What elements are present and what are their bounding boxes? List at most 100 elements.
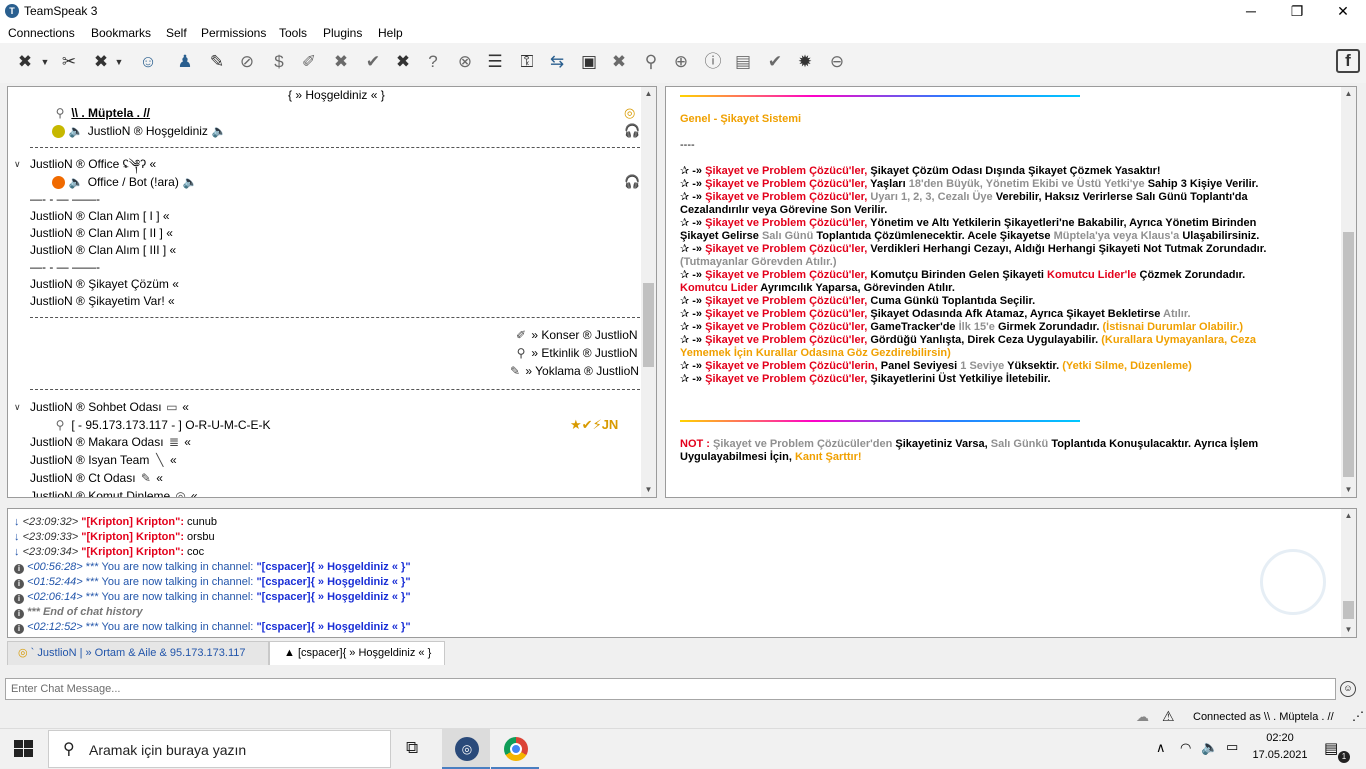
connection-info-icon[interactable]: ✔	[762, 49, 788, 75]
channel-komut-dinleme[interactable]: JustlioN ® Komut Dinleme ◎ «	[30, 488, 198, 497]
tab-server[interactable]: ◎ ` JustlioN | » Ortam & Aile & 95.173.1…	[7, 641, 269, 665]
contacts-icon[interactable]: ♟	[172, 49, 198, 75]
channel-sikayetim-var[interactable]: JustlioN ® Şikayetim Var! «	[30, 293, 175, 310]
channel-sohbet-odasi[interactable]: JustlioN ® Sohbet Odası ▭ «	[30, 399, 189, 416]
avatar-icon[interactable]: ▣	[576, 49, 602, 75]
server-info-icon[interactable]: ▤	[730, 49, 756, 75]
client-orumcek[interactable]: ⚲ [ - 95.173.173.117 - ] O-R-U-M-C-E-K	[52, 417, 271, 434]
add-friend-icon[interactable]: ⊕	[668, 49, 694, 75]
disconnect-icon[interactable]: ✂	[56, 49, 82, 75]
scroll-down-icon[interactable]: ▼	[1341, 623, 1356, 637]
speaker-icon: 🔈	[68, 124, 84, 139]
chat-icon[interactable]: ⇆	[544, 49, 570, 75]
scroll-thumb[interactable]	[643, 283, 654, 367]
collapse-chevron-icon[interactable]: ∨	[14, 159, 21, 170]
kick-icon[interactable]: ✖	[328, 49, 354, 75]
channel-ct-odasi[interactable]: JustlioN ® Ct Odası ✎ «	[30, 470, 163, 487]
menu-connections[interactable]: Connections	[8, 26, 75, 40]
disconnect-dropdown-icon[interactable]: ▼	[112, 49, 126, 75]
spacer-channel[interactable]: —- - — ——-	[30, 259, 100, 276]
cloud-icon[interactable]: ☁	[1136, 709, 1149, 725]
microphone-icon: ✐	[515, 328, 527, 343]
task-view-icon[interactable]: ⧉	[406, 738, 418, 758]
chat-scrollbar[interactable]: ▲ ▼	[1341, 509, 1356, 637]
scroll-thumb[interactable]	[1343, 601, 1354, 619]
whisper-icon[interactable]: ✎	[204, 49, 230, 75]
scroll-down-icon[interactable]: ▼	[1341, 483, 1356, 497]
scroll-up-icon[interactable]: ▲	[1341, 509, 1356, 523]
tree-scrollbar[interactable]: ▲ ▼	[641, 87, 656, 497]
scroll-up-icon[interactable]: ▲	[641, 87, 656, 101]
minimize-button[interactable]: ─	[1228, 0, 1274, 23]
taskbar-search[interactable]: ⚲ Aramak için buraya yazın	[48, 730, 391, 768]
privilege-key-icon[interactable]: ⚿	[514, 49, 540, 75]
poke-icon[interactable]: ⚲	[638, 49, 664, 75]
approve-icon[interactable]: ✔	[360, 49, 386, 75]
channel-makara-odasi[interactable]: JustlioN ® Makara Odası ≣ «	[30, 434, 191, 451]
channel-konser[interactable]: ✐ » Konser ® JustlioN	[514, 327, 638, 344]
connect-dropdown-icon[interactable]: ▼	[38, 49, 52, 75]
rule-3-cont: Cezalandırılır veya Görevine Son Verilir…	[680, 204, 888, 216]
menu-permissions[interactable]: Permissions	[201, 26, 266, 40]
battery-icon[interactable]: ▭	[1226, 739, 1238, 755]
tab-channel[interactable]: ▲ [cspacer]{ » Hoşgeldiniz « }	[269, 641, 445, 665]
chat-input[interactable]: Enter Chat Message...	[5, 678, 1336, 700]
channel-clan-alim-1[interactable]: JustlioN ® Clan Alım [ I ] «	[30, 208, 170, 225]
connect-icon[interactable]: ✖	[12, 49, 38, 75]
mute-user-icon[interactable]: ⊘	[234, 49, 260, 75]
client-self[interactable]: ⚲ \\ . Müptela . //	[52, 105, 150, 122]
tray-expand-icon[interactable]: ∧	[1156, 740, 1166, 756]
channel-clan-alim-3[interactable]: JustlioN ® Clan Alım [ III ] «	[30, 242, 176, 259]
close-button[interactable]: ✕	[1320, 0, 1366, 23]
rule-2: ✰ -» Şikayet ve Problem Çözücü'ler, Yaşl…	[680, 178, 1259, 190]
channel-etkinlik[interactable]: ⚲ » Etkinlik ® JustlioN	[514, 345, 638, 362]
channel-isyan-team[interactable]: JustlioN ® Isyan Team ╲ «	[30, 452, 177, 469]
token-icon[interactable]: ☰	[482, 49, 508, 75]
channel-yoklama[interactable]: ✎ » Yoklama ® JustlioN	[508, 363, 639, 380]
chrome-taskbar-button[interactable]	[491, 729, 539, 769]
chat-message: ↓ <23:09:34> "[Kripton] Kripton": coc	[14, 546, 205, 558]
client-info-icon[interactable]: ⓘ	[700, 49, 726, 75]
settings-gear-icon[interactable]: ✹	[792, 49, 818, 75]
emoji-icon[interactable]: ☺	[1340, 681, 1356, 697]
menu-help[interactable]: Help	[378, 26, 403, 40]
volume-icon[interactable]: 🔈	[1201, 739, 1218, 756]
facebook-icon[interactable]: f	[1336, 49, 1360, 73]
rule-10: ✰ -» Şikayet ve Problem Çözücü'ler, Görd…	[680, 334, 1256, 346]
channel-edit-icon[interactable]: ✐	[296, 49, 322, 75]
wifi-icon[interactable]: ◠	[1180, 740, 1191, 756]
channel-clan-alim-2[interactable]: JustlioN ® Clan Alım [ II ] «	[30, 225, 173, 242]
menu-plugins[interactable]: Plugins	[323, 26, 362, 40]
rule-5-cont: (Tutmayanlar Görevden Atılır.)	[680, 256, 837, 268]
scroll-thumb[interactable]	[1343, 232, 1354, 477]
channel-hosgeldiniz[interactable]: 🔈 JustlioN ® Hoşgeldiniz 🔈	[52, 123, 227, 140]
priority-speaker-icon[interactable]: ⊗	[452, 49, 478, 75]
scroll-up-icon[interactable]: ▲	[1341, 87, 1356, 101]
notification-icon[interactable]: ▤	[1324, 739, 1338, 757]
collapse-chevron-icon[interactable]: ∨	[14, 402, 21, 413]
away-status-icon[interactable]: ☺	[135, 49, 161, 75]
menu-self[interactable]: Self	[166, 26, 187, 40]
menu-tools[interactable]: Tools	[279, 26, 307, 40]
menu-bookmarks[interactable]: Bookmarks	[91, 26, 151, 40]
remove-user-icon[interactable]: ⊖	[824, 49, 850, 75]
complain-icon[interactable]: ?	[420, 49, 446, 75]
server-edit-icon[interactable]: $	[266, 49, 292, 75]
clock-date[interactable]: 17.05.2021	[1250, 749, 1310, 761]
channel-sikayet-cozum[interactable]: JustlioN ® Şikayet Çözüm «	[30, 276, 179, 293]
windows-start-icon[interactable]	[14, 740, 34, 758]
scroll-down-icon[interactable]: ▼	[641, 483, 656, 497]
connection-status: Connected as \\ . Müptela . //	[1193, 711, 1334, 723]
ban-icon[interactable]: ✖	[390, 49, 416, 75]
disconnect-all-icon[interactable]: ✖	[88, 49, 114, 75]
maximize-button[interactable]: ❐	[1274, 0, 1320, 23]
client-office-bot[interactable]: 🔈 Office / Bot (!ara) 🔈	[52, 174, 198, 191]
channel-office[interactable]: JustlioN ® Office ʢ༆ʔ «	[30, 156, 156, 173]
teamspeak-taskbar-button[interactable]: ◎	[442, 729, 490, 769]
warning-icon[interactable]: ⚠	[1162, 708, 1175, 725]
move-client-icon[interactable]: ✖	[606, 49, 632, 75]
info-scrollbar[interactable]: ▲ ▼	[1341, 87, 1356, 497]
spacer-channel[interactable]: —- - — ——-	[30, 191, 100, 208]
server-header[interactable]: { » Hoşgeldiniz « }	[288, 87, 385, 104]
clock-time[interactable]: 02:20	[1254, 732, 1306, 744]
